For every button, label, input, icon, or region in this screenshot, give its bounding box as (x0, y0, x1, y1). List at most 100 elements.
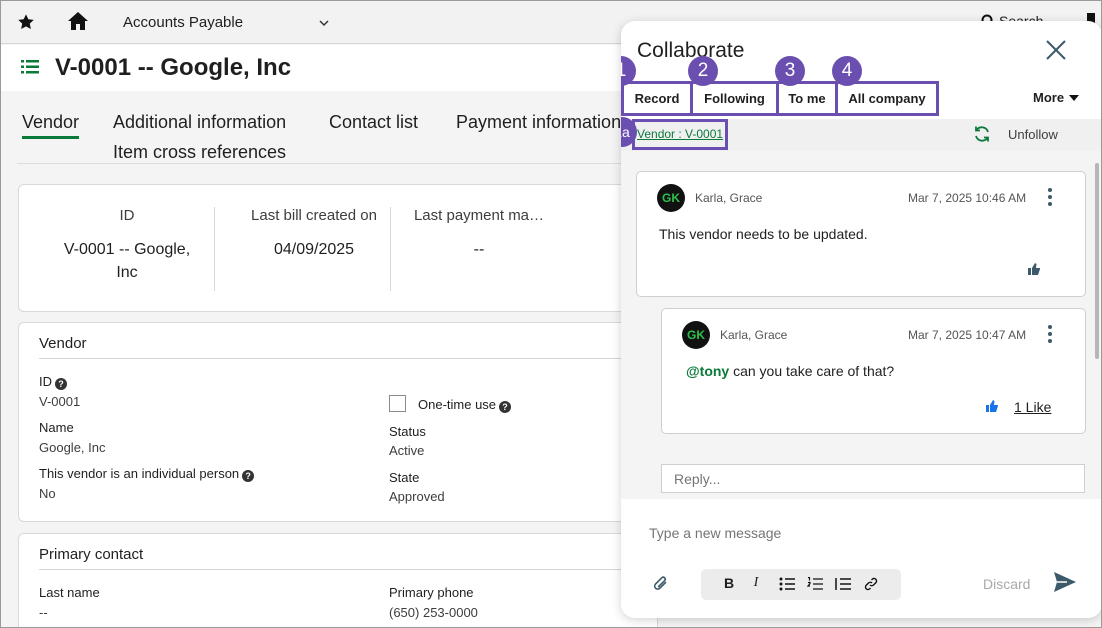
collaborate-title: Collaborate (637, 39, 745, 62)
last-name-value: -- (39, 605, 48, 620)
caret-down-icon (1069, 95, 1080, 101)
summary-id-value: V-0001 -- Google, Inc (47, 238, 207, 284)
tabs-divider (17, 163, 657, 164)
comment-text: This vendor needs to be updated. (659, 226, 868, 242)
summary-card: ID V-0001 -- Google, Inc Last bill creat… (18, 184, 658, 312)
help-icon[interactable]: ? (55, 378, 67, 390)
collaborate-panel: Collaborate Record Following To me All c… (621, 21, 1101, 618)
vendor-name-label: Name (39, 420, 74, 435)
filter-tab-all-company[interactable]: All company (835, 81, 939, 116)
reply-card: GK Karla, Grace Mar 7, 2025 10:47 AM @to… (661, 308, 1086, 434)
message-composer: B I Discard (621, 499, 1101, 618)
filter-tab-record[interactable]: Record (621, 81, 693, 116)
kebab-menu-icon[interactable] (1047, 187, 1053, 207)
help-icon[interactable]: ? (499, 401, 512, 413)
one-time-use-checkbox[interactable] (389, 395, 406, 412)
page-title: V-0001 -- Google, Inc (55, 54, 292, 81)
tab-vendor[interactable]: Vendor (22, 112, 80, 139)
vendor-name-value: Google, Inc (39, 440, 106, 455)
vendor-section-title: Vendor (39, 335, 87, 352)
close-icon[interactable] (1045, 39, 1067, 61)
link-icon[interactable] (864, 577, 878, 591)
summary-id-value-line2: Inc (116, 264, 138, 281)
tab-additional-information[interactable]: Additional information (113, 112, 286, 133)
tab-item-cross-references[interactable]: Item cross references (113, 142, 286, 163)
annotation-badge: 3 (775, 56, 805, 86)
state-value: Approved (389, 489, 445, 504)
bullet-list-icon[interactable] (779, 577, 795, 591)
list-icon[interactable] (21, 59, 39, 75)
refresh-icon[interactable] (973, 125, 991, 143)
app-selector[interactable]: Accounts Payable (123, 14, 333, 34)
section-divider (39, 358, 657, 359)
chevron-down-icon (319, 20, 329, 27)
italic-button[interactable]: I (749, 575, 763, 593)
summary-separator (214, 207, 215, 291)
annotation-badge: 4 (832, 56, 862, 86)
more-button[interactable]: More (1033, 90, 1080, 105)
comment-timestamp: Mar 7, 2025 10:46 AM (908, 191, 1027, 205)
reply-input[interactable] (661, 464, 1085, 493)
status-label: Status (389, 424, 426, 439)
summary-last-bill-value: 04/09/2025 (273, 241, 355, 258)
vendor-id-value: V-0001 (39, 394, 81, 409)
annotation-badge: 2 (688, 56, 718, 86)
scroll-thumb[interactable] (1095, 163, 1099, 359)
filter-tab-to-me[interactable]: To me (776, 81, 838, 116)
comment-author: Karla, Grace (720, 328, 788, 342)
like-count[interactable]: 1 Like (1014, 399, 1051, 415)
app-window: Accounts Payable Search V-0001 -- Google… (0, 0, 1102, 628)
like-icon[interactable] (985, 399, 999, 413)
bold-button[interactable]: B (721, 575, 737, 593)
comment-text-body: can you take care of that? (733, 363, 895, 379)
vendor-id-label: ID? (39, 374, 67, 390)
discard-button[interactable]: Discard (983, 576, 1030, 592)
format-toolbar: B I (701, 569, 901, 600)
message-input[interactable] (649, 519, 1069, 547)
state-label: State (389, 470, 420, 485)
summary-last-bill-label: Last bill created on (251, 207, 377, 224)
thread-scrollbar[interactable] (1092, 151, 1101, 499)
record-tabs: Vendor Additional information Contact li… (1, 105, 661, 165)
tab-payment-information[interactable]: Payment information (456, 112, 621, 133)
summary-separator (390, 207, 391, 291)
mention-link[interactable]: @tony (686, 363, 729, 379)
tab-contact-list[interactable]: Contact list (329, 112, 418, 133)
app-selector-label: Accounts Payable (123, 14, 244, 31)
home-icon[interactable] (67, 11, 89, 31)
star-icon[interactable] (17, 13, 35, 31)
summary-last-payment-label: Last payment ma… (413, 207, 545, 224)
summary-last-bill: Last bill created on 04/09/2025 (229, 207, 399, 261)
numbered-list-icon[interactable] (807, 577, 823, 591)
last-name-label: Last name (39, 585, 100, 600)
primary-phone-label: Primary phone (389, 585, 474, 600)
comment-card: GK Karla, Grace Mar 7, 2025 10:46 AM Thi… (636, 171, 1086, 297)
comment-timestamp: Mar 7, 2025 10:47 AM (908, 328, 1027, 342)
avatar: GK (682, 321, 710, 349)
primary-contact-section: Primary contact Last name -- Primary pho… (18, 533, 658, 627)
vendor-section: Vendor ID? V-0001 Name Google, Inc This … (18, 322, 658, 522)
send-icon[interactable] (1053, 571, 1077, 593)
kebab-menu-icon[interactable] (1047, 324, 1053, 344)
comment-thread: GK Karla, Grace Mar 7, 2025 10:46 AM Thi… (621, 151, 1101, 499)
record-link[interactable]: Vendor : V-0001 (637, 127, 723, 141)
help-icon[interactable]: ? (242, 470, 255, 482)
status-value: Active (389, 443, 425, 458)
vendor-individual-label: This vendor is an individual person? (39, 466, 255, 482)
summary-id: ID V-0001 -- Google, Inc (47, 207, 207, 284)
summary-id-value-line1: V-0001 -- Google, (63, 241, 191, 258)
filter-tab-following[interactable]: Following (690, 81, 779, 116)
indent-icon[interactable] (835, 577, 851, 591)
primary-contact-title: Primary contact (39, 546, 144, 563)
comment-author: Karla, Grace (695, 191, 763, 205)
section-divider (39, 569, 657, 570)
vendor-individual-value: No (39, 486, 56, 501)
summary-last-payment-value: -- (473, 241, 485, 258)
like-icon[interactable] (1027, 262, 1041, 276)
avatar: GK (657, 184, 685, 212)
unfollow-button[interactable]: Unfollow (1008, 127, 1058, 142)
paperclip-icon[interactable] (651, 573, 671, 595)
comment-text: @tony can you take care of that? (686, 363, 894, 379)
summary-id-label: ID (119, 207, 135, 224)
primary-phone-value: (650) 253-0000 (389, 605, 478, 620)
